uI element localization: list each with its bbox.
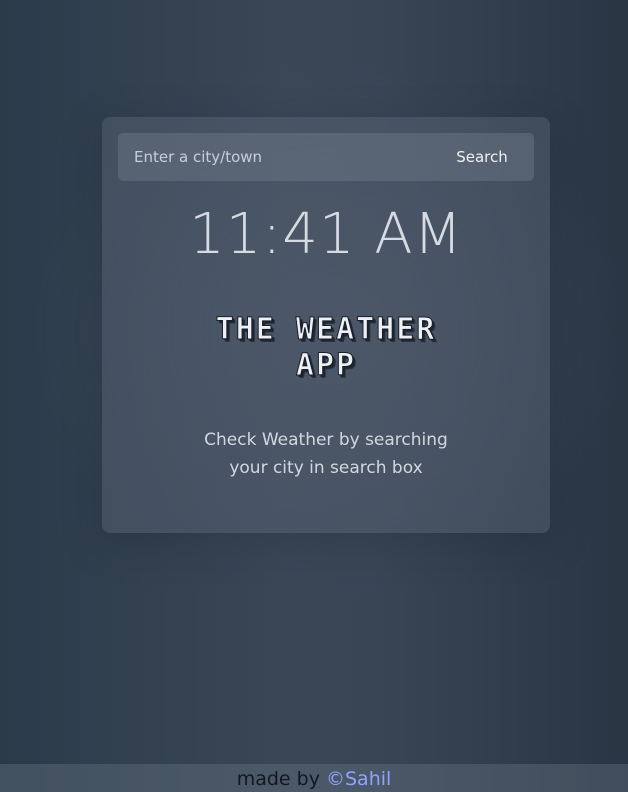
footer: made by ©Sahil	[0, 764, 628, 792]
app-title: The Weather App	[215, 312, 437, 384]
app-subtitle: Check Weather by searching your city in …	[204, 430, 448, 478]
weather-card: Search 11:41 AM The Weather App Check We…	[102, 117, 550, 533]
city-search-input[interactable]	[118, 133, 428, 181]
footer-made-by-text: made by	[236, 768, 320, 790]
author-link[interactable]: ©Sahil	[326, 768, 391, 790]
search-button[interactable]: Search	[430, 133, 534, 181]
current-time: 11:41 AM	[189, 202, 463, 267]
search-bar: Search	[118, 133, 534, 181]
